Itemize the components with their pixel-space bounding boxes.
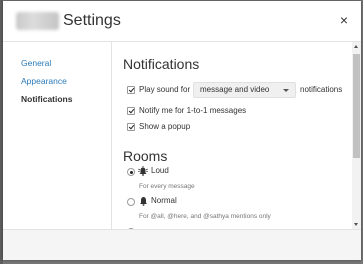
show-popup-label: Show a popup (139, 122, 191, 131)
loud-description: For every message (139, 183, 195, 190)
rooms-heading: Rooms (123, 148, 168, 164)
notifications-suffix: notifications (300, 85, 343, 94)
dialog-title: Settings (63, 12, 121, 29)
play-sound-checkbox[interactable] (127, 86, 135, 94)
dialog-footer (3, 229, 361, 260)
bell-ringing-icon (138, 166, 148, 176)
sidebar-item-general[interactable]: General (21, 58, 51, 69)
loud-radio[interactable] (127, 168, 135, 176)
play-sound-label: Play sound for (139, 85, 191, 94)
normal-description: For @all, @here, and @sathya mentions on… (139, 213, 271, 220)
loud-label: Loud (151, 166, 169, 175)
sound-type-select[interactable]: message and video (193, 82, 296, 98)
content-scrollbar[interactable] (352, 42, 361, 229)
settings-sidebar: General Appearance Notifications (3, 42, 112, 229)
close-icon[interactable]: × (337, 13, 351, 27)
scroll-up-icon[interactable] (354, 45, 358, 48)
notify-one-to-one-label: Notify me for 1-to-1 messages (139, 106, 247, 115)
show-popup-checkbox[interactable] (127, 123, 135, 131)
settings-dialog: Settings × General Appearance Notificati… (3, 1, 361, 260)
scroll-down-icon[interactable] (354, 223, 358, 226)
sidebar-item-notifications[interactable]: Notifications (21, 94, 72, 105)
normal-label: Normal (151, 196, 177, 205)
scroll-thumb[interactable] (353, 54, 360, 158)
chevron-down-icon (283, 89, 289, 92)
sound-type-value: message and video (200, 85, 270, 94)
notifications-heading: Notifications (123, 56, 200, 72)
normal-radio[interactable] (127, 198, 135, 206)
blurred-logo (16, 12, 59, 30)
sidebar-item-appearance[interactable]: Appearance (21, 76, 67, 87)
bell-icon (140, 197, 147, 206)
notify-one-to-one-checkbox[interactable] (127, 107, 135, 115)
settings-content: Notifications Play sound for message and… (112, 42, 352, 229)
dialog-header: Settings × (3, 1, 361, 42)
